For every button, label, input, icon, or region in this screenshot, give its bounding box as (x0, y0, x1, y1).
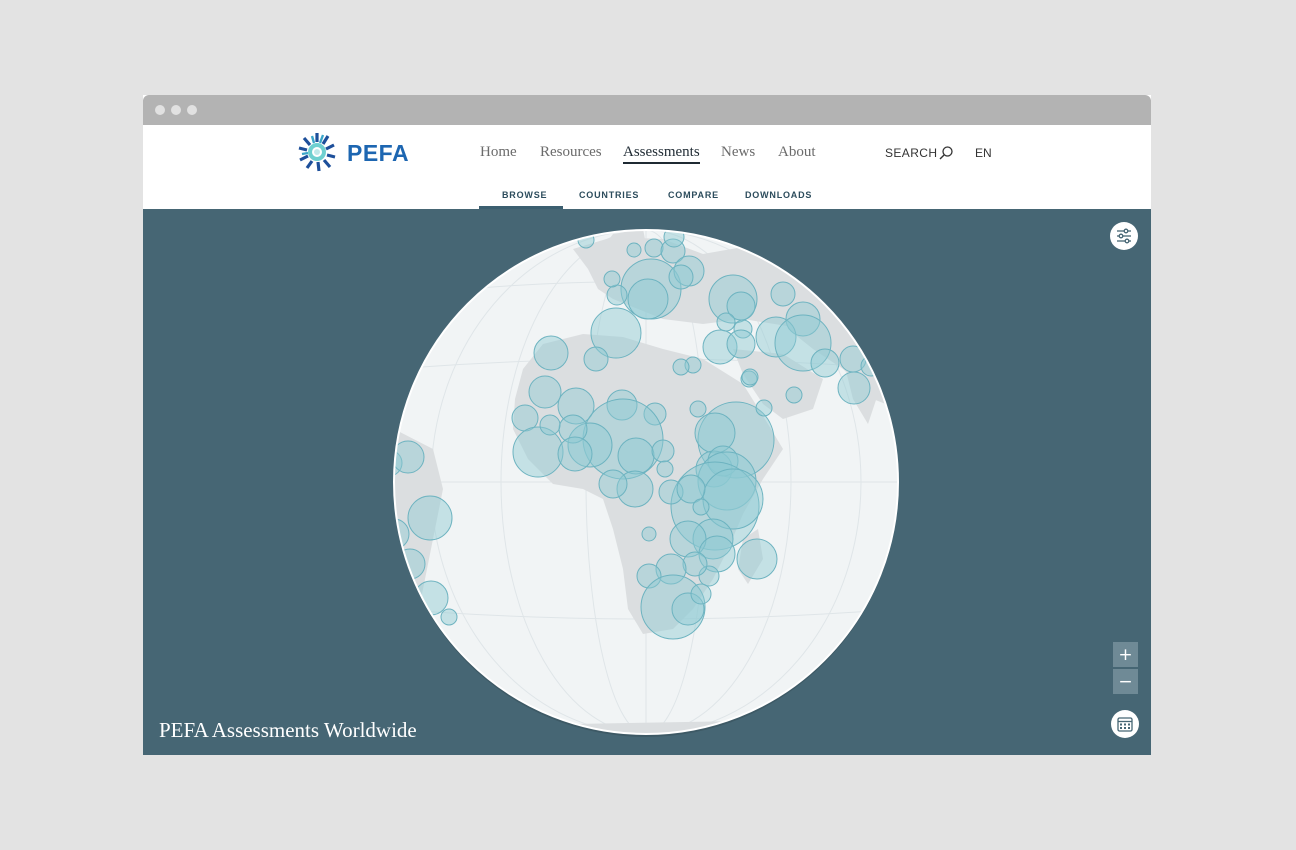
assessment-bubble[interactable] (770, 281, 796, 307)
globe[interactable] (143, 209, 1151, 755)
assessment-bubble[interactable] (785, 386, 803, 404)
globe-map[interactable]: + − PEFA Assessments Worldwide (143, 209, 1151, 755)
sliders-icon (1117, 228, 1131, 244)
assessment-bubble[interactable] (577, 231, 595, 249)
assessment-bubble[interactable] (651, 439, 675, 463)
search-button[interactable]: SEARCH (885, 146, 937, 160)
title-bar (143, 95, 1151, 125)
subnav-browse[interactable]: BROWSE (502, 190, 547, 200)
assessment-bubble[interactable] (755, 399, 773, 417)
zoom-in-button[interactable]: + (1113, 642, 1138, 667)
assessment-bubble[interactable] (603, 270, 621, 288)
assessment-bubble[interactable] (413, 580, 449, 616)
nav-assessments[interactable]: Assessments (623, 144, 700, 164)
search-icon[interactable] (938, 145, 954, 161)
assessment-bubble[interactable] (682, 551, 708, 577)
assessment-bubble[interactable] (741, 368, 759, 386)
assessment-bubble[interactable] (533, 335, 569, 371)
assessment-bubble[interactable] (557, 436, 593, 472)
window-dot-minimize[interactable] (171, 105, 181, 115)
assessment-bubble[interactable] (672, 358, 690, 376)
nav-about[interactable]: About (778, 144, 816, 161)
calendar-icon (1117, 717, 1133, 732)
assessment-bubble[interactable] (627, 278, 669, 320)
assessment-bubble[interactable] (656, 460, 674, 478)
pefa-logo[interactable]: PEFA (297, 131, 417, 173)
assessment-bubble[interactable] (626, 242, 642, 258)
assessment-bubble[interactable] (644, 238, 664, 258)
map-title: PEFA Assessments Worldwide (159, 718, 417, 742)
subnav-compare[interactable]: COMPARE (668, 190, 719, 200)
assessment-bubble[interactable] (641, 526, 657, 542)
assessment-bubble[interactable] (539, 414, 561, 436)
assessment-bubble[interactable] (407, 495, 453, 541)
assessment-bubble[interactable] (379, 518, 410, 550)
assessment-bubble[interactable] (512, 426, 564, 478)
assessment-bubble[interactable] (690, 583, 712, 605)
zoom-out-button[interactable]: − (1113, 669, 1138, 694)
nav-resources[interactable]: Resources (540, 144, 602, 161)
assessment-bubble[interactable] (689, 400, 707, 418)
pefa-logo-icon (298, 133, 336, 172)
assessment-bubble[interactable] (394, 548, 426, 580)
filter-button[interactable] (1110, 222, 1138, 250)
site-header: PEFA Home Resources Assessments News Abo… (143, 125, 1151, 209)
assessment-bubble[interactable] (860, 355, 882, 377)
assessment-bubble[interactable] (668, 264, 694, 290)
brand-name: PEFA (347, 140, 410, 166)
nav-home[interactable]: Home (480, 144, 517, 161)
assessment-bubble[interactable] (606, 284, 628, 306)
browser-window: PEFA Home Resources Assessments News Abo… (143, 95, 1151, 755)
language-selector[interactable]: EN (975, 146, 992, 160)
assessment-bubble[interactable] (598, 469, 628, 499)
assessment-bubble[interactable] (692, 498, 710, 516)
assessment-bubble[interactable] (736, 538, 778, 580)
assessment-bubble[interactable] (528, 375, 562, 409)
calendar-button[interactable] (1111, 710, 1139, 738)
assessment-bubble[interactable] (810, 348, 840, 378)
nav-news[interactable]: News (721, 144, 755, 161)
assessment-bubble[interactable] (726, 329, 756, 359)
subnav-downloads[interactable]: DOWNLOADS (745, 190, 812, 200)
assessment-bubble[interactable] (837, 371, 871, 405)
assessment-bubble[interactable] (716, 312, 736, 332)
subnav-countries[interactable]: COUNTRIES (579, 190, 639, 200)
window-dot-maximize[interactable] (187, 105, 197, 115)
assessment-bubble[interactable] (617, 437, 655, 475)
window-dot-close[interactable] (155, 105, 165, 115)
assessment-bubble[interactable] (440, 608, 458, 626)
assessment-bubble[interactable] (583, 346, 609, 372)
